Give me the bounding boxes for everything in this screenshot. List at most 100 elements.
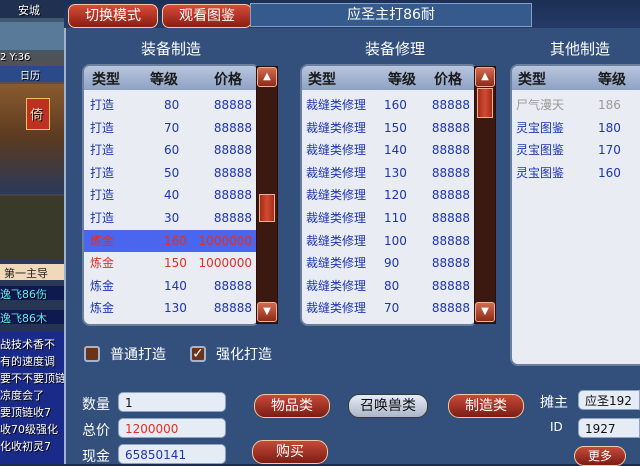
list-item[interactable]: 灵宝图鉴 170 [512, 139, 640, 161]
chat-name-1[interactable]: 逸飞86伤 [0, 286, 47, 302]
item-price: 88888 [431, 233, 470, 248]
item-type: 炼金 [90, 233, 115, 248]
list-item[interactable]: 打造 80 88888 [84, 94, 258, 116]
list-item[interactable]: 裁缝类修理 130 88888 [302, 162, 476, 184]
cash-value: 65850141 [118, 444, 226, 464]
item-type: 裁缝类修理 [306, 278, 367, 293]
item-level: 80 [164, 98, 180, 112]
normal-craft-label[interactable]: 普通打造 [110, 344, 166, 364]
craft-section-title: 装备制造 [140, 40, 201, 58]
item-type: 炼金 [90, 256, 115, 271]
list-item[interactable]: 裁缝类修理 90 88888 [302, 252, 476, 274]
price-header: 价格 [214, 72, 242, 88]
list-item[interactable]: 灵宝图鉴 160 [512, 162, 640, 184]
list-item[interactable]: 裁缝类修理 100 88888 [302, 230, 476, 252]
list-item[interactable]: 打造 50 88888 [84, 162, 258, 184]
craft-scroll-thumb[interactable] [259, 194, 275, 222]
repair-section-title: 装备修理 [364, 40, 425, 58]
list-item[interactable]: 裁缝类修理 80 88888 [302, 275, 476, 297]
item-level: 160 [384, 98, 407, 112]
craft-category-button[interactable]: 制造类 [448, 394, 524, 418]
item-type: 裁缝类修理 [306, 233, 367, 248]
quantity-field[interactable]: 1 [118, 392, 226, 412]
item-price: 88888 [431, 120, 470, 135]
repair-list-header: 类型 等级 价格 [302, 66, 476, 90]
calendar-button[interactable]: 日历 [20, 67, 40, 82]
list-item[interactable]: 裁缝类修理 120 88888 [302, 184, 476, 206]
list-item[interactable]: 裁缝类修理 70 88888 [302, 297, 476, 319]
item-price: 88888 [213, 120, 252, 135]
list-item[interactable]: 打造 70 88888 [84, 117, 258, 139]
scroll-down-icon[interactable]: ▼ [475, 302, 495, 322]
scroll-up-icon[interactable]: ▲ [475, 67, 495, 87]
craft-list: 类型 等级 价格 打造 80 88888 打造 70 88888 打造 60 88888 打造 50… [82, 64, 260, 326]
item-price: 88888 [213, 211, 252, 225]
buy-button[interactable]: 购买 [252, 440, 328, 464]
scroll-down-icon[interactable]: ▼ [257, 302, 277, 322]
item-type: 打造 [90, 143, 115, 158]
item-type: 裁缝类修理 [306, 165, 367, 180]
repair-scroll-thumb[interactable] [477, 88, 493, 118]
list-item[interactable]: 灵宝图鉴 180 [512, 117, 640, 139]
stall-id-value: 1927 [578, 418, 640, 438]
list-item[interactable]: 裁缝类修理 150 88888 [302, 117, 476, 139]
window-title: 应圣主打86耐 [250, 3, 532, 27]
chat-line: 要不不要顶链 [0, 372, 66, 385]
list-item[interactable]: 炼金 150 1000000 [84, 252, 258, 274]
item-price: 88888 [213, 301, 252, 316]
repair-list: 类型 等级 价格 裁缝类修理 160 88888 裁缝类修理 150 88888 裁缝类修理… [300, 64, 478, 326]
item-price: 1000000 [198, 256, 252, 271]
list-item[interactable]: 打造 40 88888 [84, 184, 258, 206]
item-level: 186 [598, 98, 621, 112]
list-item[interactable]: 尸气漫天 186 [512, 94, 640, 116]
type-header: 类型 [308, 72, 336, 88]
items-category-button[interactable]: 物品类 [254, 394, 330, 418]
item-level: 140 [164, 278, 187, 293]
item-price: 88888 [213, 188, 252, 203]
item-type: 灵宝图鉴 [516, 143, 565, 158]
item-type: 裁缝类修理 [306, 98, 367, 112]
list-item[interactable]: 裁缝类修理 160 88888 [302, 94, 476, 116]
enhanced-craft-checkbox[interactable]: ✓ [190, 346, 206, 362]
item-level: 40 [164, 188, 180, 203]
quantity-label: 数量 [82, 397, 110, 413]
craft-list-header: 类型 等级 价格 [84, 66, 258, 90]
enhanced-craft-label[interactable]: 强化打造 [216, 344, 272, 364]
npc-figure [0, 196, 70, 260]
item-level: 150 [164, 256, 187, 271]
item-level: 150 [384, 120, 407, 135]
list-item[interactable]: 炼金 160 1000000 [84, 229, 258, 252]
switch-mode-button[interactable]: 切换模式 [68, 4, 158, 28]
item-type: 灵宝图鉴 [516, 165, 565, 180]
list-item[interactable]: 裁缝类修理 110 88888 [302, 207, 476, 229]
more-button[interactable]: 更多 [574, 446, 626, 466]
chat-line: 凉度会了 [0, 389, 44, 402]
chat-name-2[interactable]: 逸飞86木 [0, 310, 47, 326]
normal-craft-checkbox[interactable] [84, 346, 100, 362]
other-section-title: 其他制造 [549, 40, 610, 58]
list-item[interactable]: 打造 60 88888 [84, 139, 258, 161]
item-level: 60 [164, 143, 180, 158]
list-item[interactable]: 炼金 140 88888 [84, 275, 258, 297]
view-catalog-button[interactable]: 观看图鉴 [162, 4, 252, 28]
item-type: 打造 [90, 98, 115, 112]
coords-text: 2 Y:36 [0, 52, 31, 63]
level-header: 等级 [388, 72, 416, 88]
summon-category-button[interactable]: 召唤兽类 [348, 394, 428, 418]
item-price: 88888 [431, 278, 470, 293]
item-type: 裁缝类修理 [306, 120, 367, 135]
type-header: 类型 [518, 72, 546, 88]
minimap[interactable] [0, 22, 70, 50]
item-price: 88888 [431, 165, 470, 180]
banner-text: 倚 [30, 108, 44, 123]
list-item[interactable]: 打造 30 88888 [84, 207, 258, 229]
item-level: 180 [598, 120, 621, 135]
stall-owner-value: 应圣192 [578, 390, 640, 410]
chat-line: 收70级强化 [0, 423, 58, 436]
list-item[interactable]: 炼金 130 88888 [84, 297, 258, 319]
item-level: 120 [384, 188, 407, 203]
list-item[interactable]: 裁缝类修理 140 88888 [302, 139, 476, 161]
scroll-up-icon[interactable]: ▲ [257, 67, 277, 87]
item-type: 裁缝类修理 [306, 211, 367, 225]
chat-label[interactable]: 第一主导 [4, 265, 48, 281]
